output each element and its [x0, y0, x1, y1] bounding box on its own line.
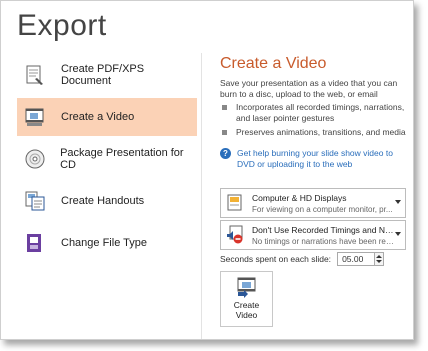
- menu-item-label: Create Handouts: [61, 195, 145, 207]
- bullet-text: Preserves animations, transitions, and m…: [236, 127, 406, 137]
- panel-description: Save your presentation as a video that y…: [220, 78, 398, 99]
- menu-item-create-handouts[interactable]: Create Handouts: [17, 182, 197, 220]
- help-link-text[interactable]: Get help burning your slide show video t…: [237, 148, 410, 170]
- menu-item-label: Create a Video: [61, 111, 135, 123]
- seconds-input[interactable]: 05.00: [337, 252, 376, 266]
- help-question-icon: ?: [220, 148, 231, 159]
- menu-item-create-video[interactable]: Create a Video: [17, 98, 197, 136]
- handouts-icon: [23, 189, 47, 213]
- create-video-icon: [235, 276, 259, 298]
- panel-title: Create a Video: [220, 55, 327, 72]
- bullet-square-icon: [222, 130, 227, 135]
- dropdown-subtitle: For viewing on a computer monitor, pr...: [252, 204, 393, 214]
- no-narration-icon: [223, 223, 247, 247]
- cd-icon: [23, 147, 46, 171]
- create-label-line1: Create: [233, 300, 260, 310]
- menu-item-label: Package Presentation for CD: [60, 147, 184, 171]
- seconds-spinner[interactable]: [375, 252, 385, 266]
- bullet-text: Incorporates all recorded timings, narra…: [236, 102, 405, 123]
- video-quality-dropdown[interactable]: Computer & HD Displays For viewing on a …: [220, 188, 406, 218]
- menu-item-label: Create PDF/XPS Document: [60, 63, 145, 87]
- computer-display-icon: [223, 191, 247, 215]
- menu-item-package-cd[interactable]: Package Presentation for CD: [17, 140, 197, 178]
- create-video-button[interactable]: Create Video: [220, 271, 273, 327]
- menu-item-create-pdf[interactable]: Create PDF/XPS Document: [17, 56, 197, 94]
- bullet-square-icon: [222, 105, 227, 110]
- dropdown-title: Computer & HD Displays: [252, 192, 347, 203]
- dropdown-title: Don't Use Recorded Timings and Narra...: [252, 224, 394, 235]
- create-video-label: Create Video: [234, 300, 260, 320]
- file-type-icon: [23, 231, 47, 255]
- chevron-down-icon: [395, 200, 401, 204]
- seconds-per-slide-row: Seconds spent on each slide: 05.00: [220, 252, 385, 266]
- timings-dropdown[interactable]: Don't Use Recorded Timings and Narra... …: [220, 220, 406, 250]
- help-link[interactable]: ? Get help burning your slide show video…: [220, 148, 410, 170]
- export-window: Export Create PDF/XPS Document Create a …: [0, 0, 414, 340]
- dropdown-subtitle: No timings or narrations have been rec..…: [252, 236, 394, 246]
- spin-down-icon[interactable]: [376, 260, 383, 263]
- chevron-down-icon: [395, 232, 401, 236]
- create-label-line2: Video: [235, 310, 258, 320]
- spin-up-icon[interactable]: [376, 255, 383, 258]
- video-icon: [23, 105, 47, 129]
- pdf-xps-icon: [23, 63, 47, 87]
- panel-divider: [201, 53, 202, 339]
- seconds-label: Seconds spent on each slide:: [220, 254, 332, 264]
- bullet-item: Incorporates all recorded timings, narra…: [220, 102, 410, 124]
- page-title: Export: [17, 9, 107, 42]
- menu-item-change-file-type[interactable]: Change File Type: [17, 224, 197, 262]
- bullet-item: Preserves animations, transitions, and m…: [220, 127, 410, 138]
- menu-item-label: Change File Type: [61, 237, 148, 249]
